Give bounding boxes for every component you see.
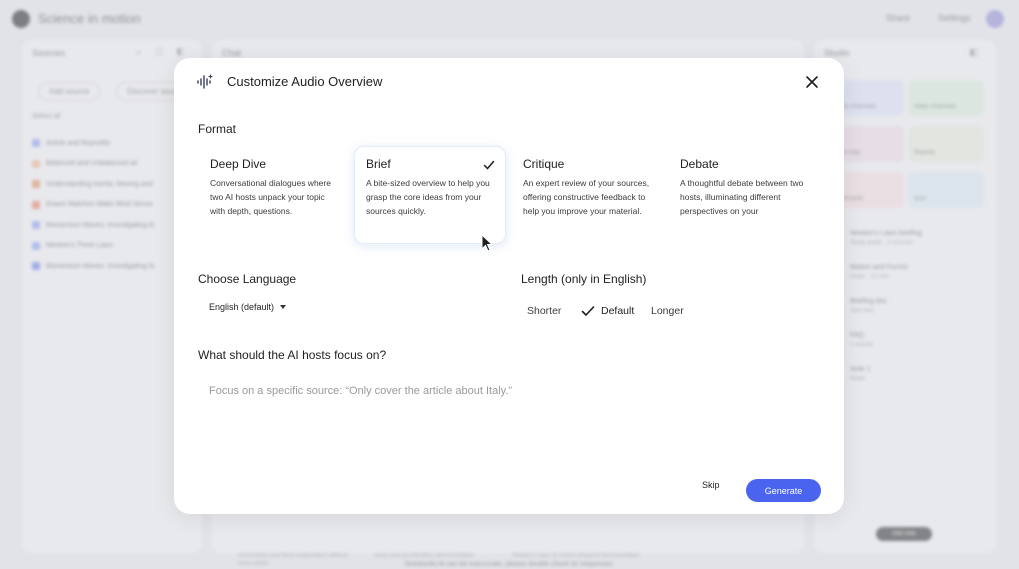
- format-option-description: A thoughtful debate between two hosts, i…: [680, 178, 804, 216]
- dialog-title: Customize Audio Overview: [227, 74, 383, 89]
- format-option-title: Debate: [680, 157, 719, 171]
- format-option-critique[interactable]: Critique An expert review of your sources…: [511, 146, 663, 244]
- choose-language-label: Choose Language: [198, 272, 297, 286]
- focus-label: What should the AI hosts focus on?: [198, 348, 387, 362]
- length-option-shorter[interactable]: Shorter: [527, 305, 561, 317]
- skip-button[interactable]: Skip: [702, 480, 720, 490]
- language-select[interactable]: English (default): [209, 302, 287, 312]
- format-option-description: An expert review of your sources, offeri…: [523, 178, 650, 216]
- format-option-title: Critique: [523, 157, 565, 171]
- format-option-description: A bite-sized overview to help you grasp …: [366, 178, 490, 216]
- format-option-debate[interactable]: Debate A thoughtful debate between two ho…: [668, 146, 820, 244]
- focus-input[interactable]: [209, 381, 809, 401]
- format-option-deep-dive[interactable]: Deep Dive Conversational dialogues where …: [198, 146, 350, 244]
- customize-audio-dialog: Customize Audio Overview Format Deep Div…: [174, 58, 844, 514]
- check-icon: [483, 160, 495, 170]
- length-option-label: Shorter: [527, 305, 562, 317]
- length-option-label: Longer: [651, 305, 684, 317]
- format-label: Format: [198, 122, 237, 136]
- format-option-description: Conversational dialogues where two AI ho…: [210, 178, 331, 216]
- length-option-label: Default: [601, 305, 635, 317]
- format-option-title: Brief: [366, 157, 391, 171]
- length-label: Length (only in English): [521, 272, 647, 286]
- audio-waveform-icon: [197, 74, 213, 89]
- close-icon[interactable]: [802, 72, 822, 92]
- length-option-default[interactable]: Default: [581, 305, 634, 317]
- check-icon: [581, 306, 595, 316]
- language-value: English (default): [209, 302, 275, 312]
- format-option-brief[interactable]: Brief A bite-sized overview to help you g…: [354, 146, 506, 244]
- chevron-down-icon: [280, 305, 287, 309]
- format-option-title: Deep Dive: [210, 157, 267, 171]
- generate-button[interactable]: Generate: [746, 479, 821, 502]
- length-option-longer[interactable]: Longer: [651, 305, 684, 317]
